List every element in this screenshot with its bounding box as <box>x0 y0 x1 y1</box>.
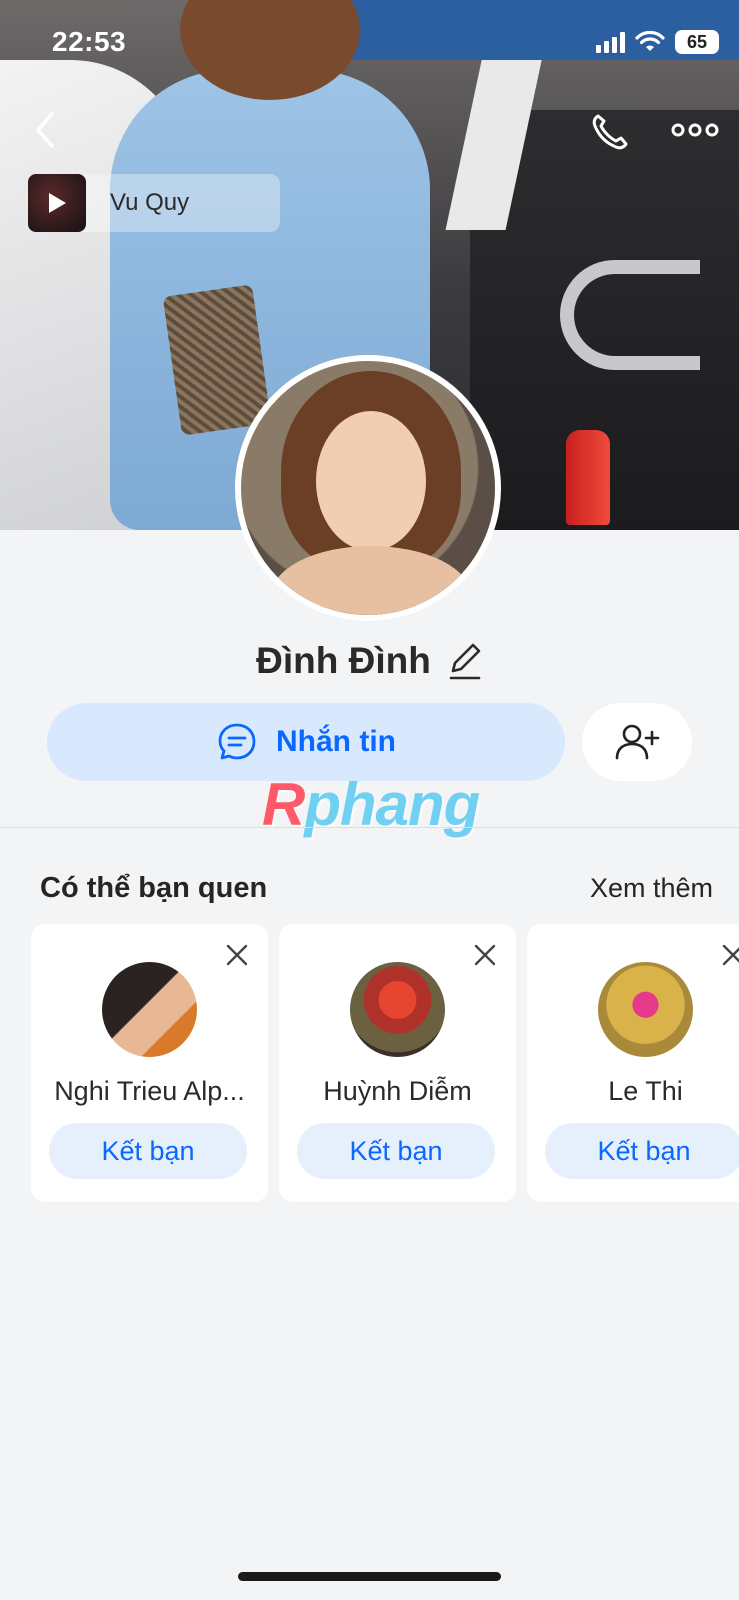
suggestion-name: Huỳnh Diễm <box>323 1076 472 1106</box>
profile-music-chip[interactable]: Vu Quy <box>28 174 280 232</box>
add-friend-suggestion-button[interactable]: Kết bạn <box>49 1123 247 1179</box>
section-divider <box>0 827 739 828</box>
chat-icon <box>218 723 256 760</box>
add-friend-label: Kết bạn <box>597 1135 691 1166</box>
play-icon <box>49 193 66 213</box>
add-friend-suggestion-button[interactable]: Kết bạn <box>545 1123 739 1179</box>
add-friend-label: Kết bạn <box>101 1135 195 1166</box>
battery-indicator: 65 <box>675 30 719 54</box>
message-label: Nhắn tin <box>276 725 396 758</box>
status-time: 22:53 <box>52 26 127 57</box>
music-thumbnail <box>28 174 86 232</box>
status-icons: 65 <box>596 30 719 54</box>
suggestion-avatar[interactable] <box>350 962 445 1057</box>
phone-icon[interactable] <box>588 110 632 154</box>
suggestion-card[interactable]: Le Thi Kết bạn <box>527 924 739 1202</box>
suggestion-card[interactable]: Nghi Trieu Alp... Kết bạn <box>31 924 268 1202</box>
see-more-link[interactable]: Xem thêm <box>590 873 713 904</box>
music-title: Vu Quy <box>110 189 190 216</box>
close-icon[interactable] <box>224 942 250 968</box>
red-bottle <box>566 430 610 525</box>
signal-icon <box>596 31 625 53</box>
close-icon[interactable] <box>720 942 739 968</box>
profile-avatar[interactable] <box>235 355 501 621</box>
add-friend-label: Kết bạn <box>349 1135 443 1166</box>
add-friend-icon <box>615 724 660 760</box>
suggestion-avatar[interactable] <box>102 962 197 1057</box>
avatar-face <box>316 411 426 551</box>
suggestion-name: Nghi Trieu Alp... <box>54 1076 245 1106</box>
back-icon[interactable] <box>30 108 60 152</box>
profile-name-row: Đình Đình <box>0 640 739 682</box>
close-icon[interactable] <box>472 942 498 968</box>
suggestion-card[interactable]: Huỳnh Diễm Kết bạn <box>279 924 516 1202</box>
add-friend-button[interactable] <box>582 703 692 781</box>
more-options-icon[interactable] <box>670 112 720 148</box>
suggestion-name: Le Thi <box>608 1076 683 1106</box>
watermark-logo: Rphang <box>262 770 480 839</box>
edit-name-icon[interactable] <box>447 641 483 681</box>
suggestions-title: Có thể bạn quen <box>40 872 268 904</box>
profile-name: Đình Đình <box>256 640 431 681</box>
door-handle <box>560 260 700 370</box>
handbag <box>162 284 272 436</box>
add-friend-suggestion-button[interactable]: Kết bạn <box>297 1123 495 1179</box>
suggestion-avatar[interactable] <box>598 962 693 1057</box>
suggestions-carousel[interactable]: Nghi Trieu Alp... Kết bạn Huỳnh Diễm Kết… <box>31 924 739 1202</box>
home-indicator[interactable] <box>238 1572 501 1581</box>
avatar-body <box>271 546 471 615</box>
wifi-icon <box>635 31 665 51</box>
